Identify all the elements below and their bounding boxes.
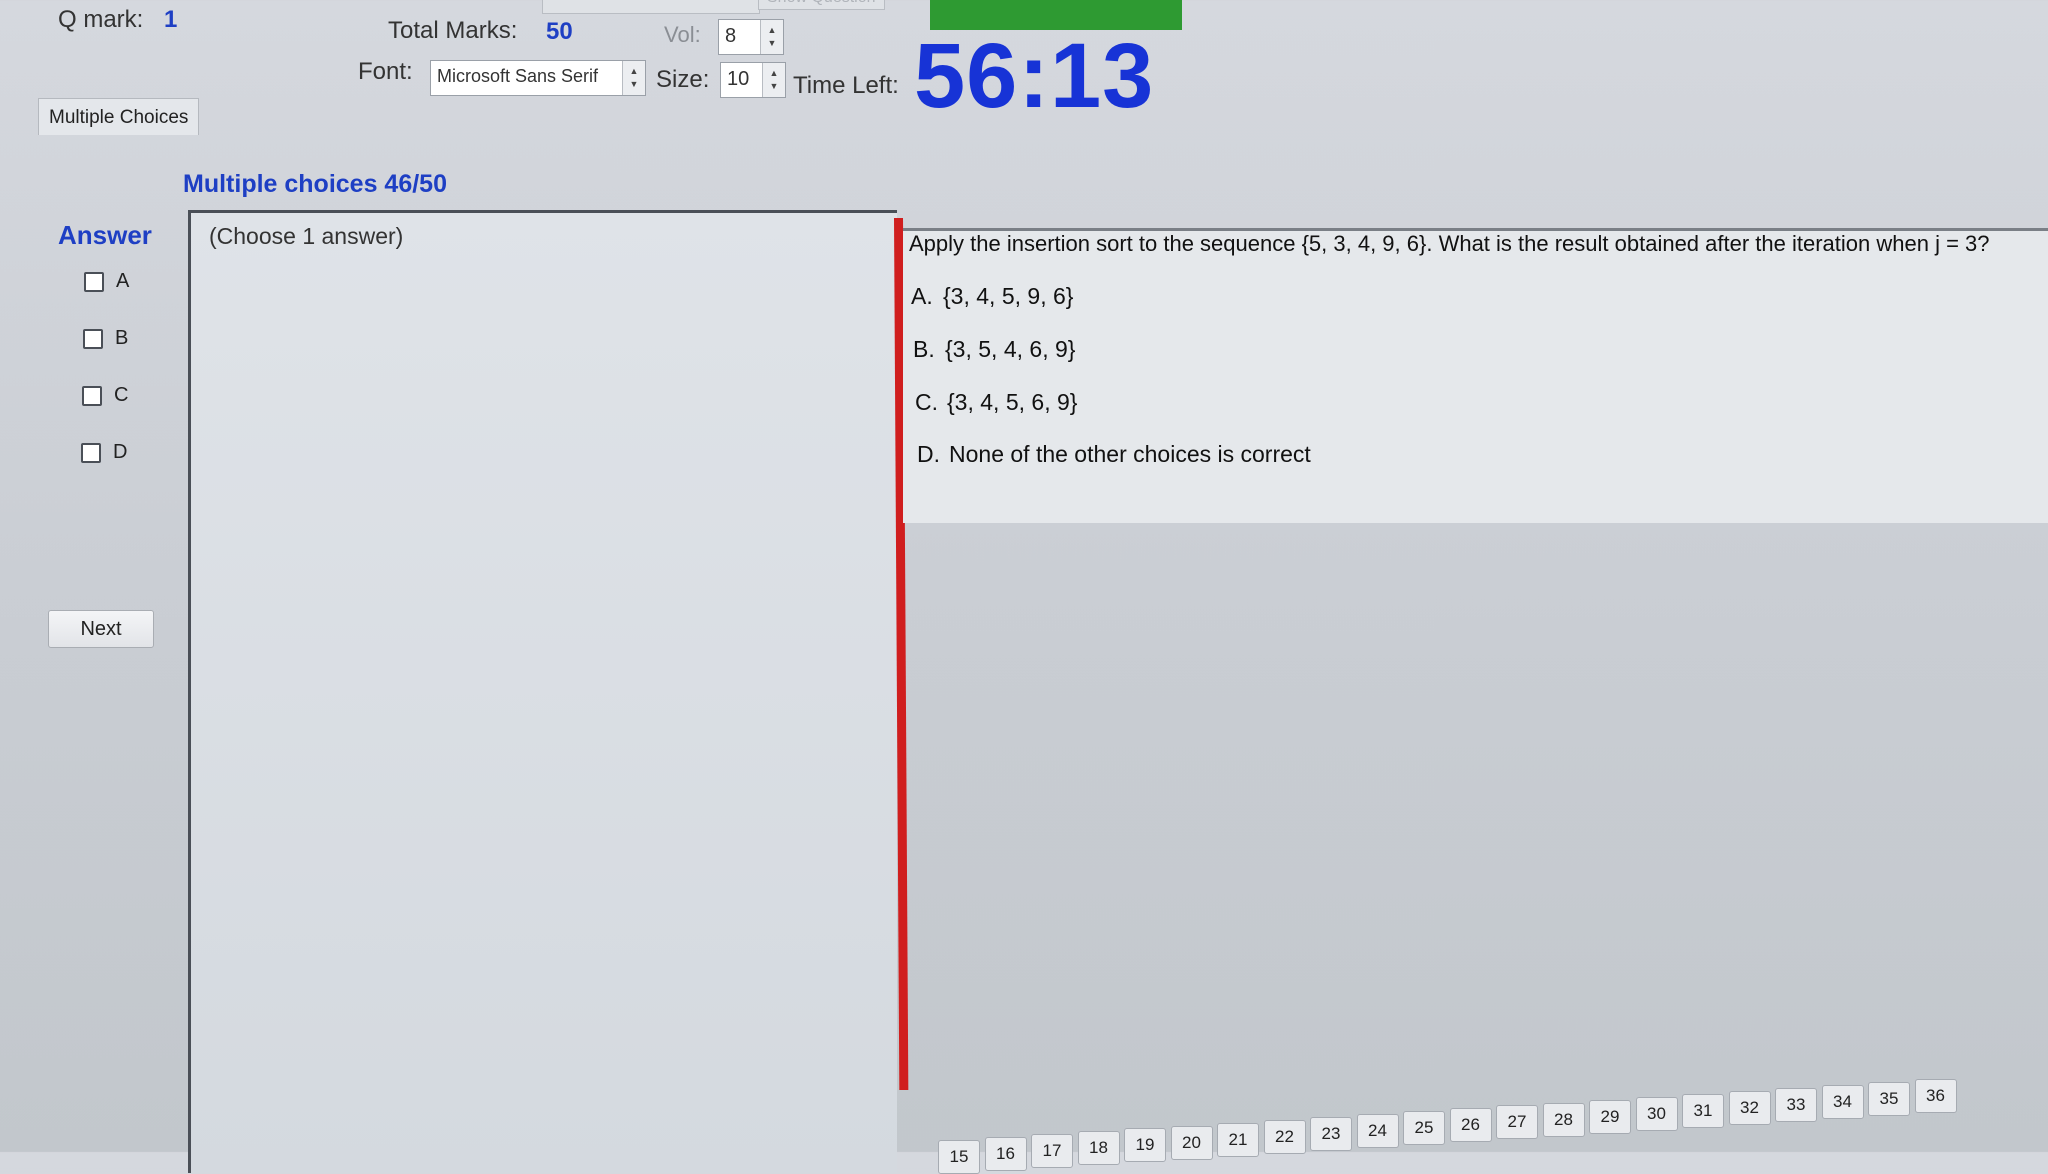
page-button-35[interactable]: 35: [1868, 1082, 1910, 1117]
size-value: 10: [727, 68, 750, 90]
answer-panel: (Choose 1 answer): [188, 210, 897, 1173]
q-mark-label: Q mark:: [58, 6, 144, 33]
page-button-23[interactable]: 23: [1310, 1116, 1352, 1151]
choice-text-d: None of the other choices is correct: [949, 441, 1311, 467]
choice-b: B. {3, 5, 4, 6, 9}: [913, 336, 1075, 363]
choice-letter-b: B.: [913, 336, 935, 362]
answer-option-c[interactable]: C: [82, 384, 128, 407]
page-button-27[interactable]: 27: [1496, 1105, 1538, 1140]
page-button-20[interactable]: 20: [1170, 1125, 1213, 1160]
choice-letter-c: C.: [915, 389, 938, 415]
checkbox-b[interactable]: [83, 328, 103, 349]
time-left-label: Time Left:: [793, 72, 899, 99]
checkbox-a[interactable]: [84, 271, 104, 292]
page-button-36[interactable]: 36: [1914, 1079, 1957, 1114]
total-marks-value: 50: [546, 18, 573, 45]
page-button-18[interactable]: 18: [1077, 1131, 1120, 1166]
show-question-button[interactable]: Show Question: [758, 0, 885, 10]
font-selector[interactable]: Microsoft Sans Serif ▲ ▼: [430, 60, 646, 96]
size-spinner[interactable]: 10 ▲ ▼: [720, 62, 786, 98]
answer-option-a[interactable]: A: [84, 270, 129, 293]
answer-option-b[interactable]: B: [83, 327, 128, 350]
page-button-30[interactable]: 30: [1635, 1096, 1678, 1131]
size-label: Size:: [656, 66, 710, 93]
choose-hint: (Choose 1 answer): [209, 223, 404, 249]
question-panel: Apply the insertion sort to the sequence…: [903, 228, 2048, 523]
answer-option-d[interactable]: D: [81, 441, 127, 464]
total-marks-label: Total Marks:: [388, 17, 518, 44]
page-button-22[interactable]: 22: [1263, 1119, 1306, 1154]
choice-letter-a: A.: [911, 283, 933, 309]
font-label: Font:: [358, 58, 413, 85]
choice-a: A. {3, 4, 5, 9, 6}: [911, 283, 1073, 310]
vol-label: Vol:: [664, 22, 701, 47]
page-button-24[interactable]: 24: [1356, 1114, 1399, 1149]
q-mark-value: 1: [164, 6, 178, 33]
page-button-29[interactable]: 29: [1589, 1099, 1631, 1134]
choice-d: D. None of the other choices is correct: [917, 441, 1311, 468]
option-label-b: B: [115, 327, 129, 349]
countdown-timer: 56:13: [914, 25, 1155, 127]
checkbox-d[interactable]: [81, 442, 101, 463]
next-button[interactable]: Next: [48, 610, 154, 648]
page-button-25[interactable]: 25: [1403, 1111, 1445, 1146]
blank-field: [542, 0, 760, 14]
tab-multiple-choices[interactable]: Multiple Choices: [38, 98, 200, 135]
question-text: Apply the insertion sort to the sequence…: [909, 231, 1990, 256]
page-button-17[interactable]: 17: [1031, 1134, 1073, 1169]
option-label-c: C: [114, 384, 129, 406]
spinner-arrows-icon[interactable]: ▲ ▼: [622, 61, 645, 95]
page-button-15[interactable]: 15: [938, 1140, 980, 1174]
font-value: Microsoft Sans Serif: [437, 66, 599, 86]
choice-text-b: {3, 5, 4, 6, 9}: [945, 336, 1076, 362]
page-button-19[interactable]: 19: [1124, 1128, 1166, 1163]
vol-value: 8: [725, 25, 737, 47]
page-button-31[interactable]: 31: [1682, 1093, 1724, 1128]
page-button-16[interactable]: 16: [984, 1137, 1027, 1172]
answer-title: Answer: [58, 220, 152, 250]
choice-c: C. {3, 4, 5, 6, 9}: [915, 389, 1077, 416]
checkbox-c[interactable]: [82, 385, 102, 406]
choice-text-c: {3, 4, 5, 6, 9}: [947, 389, 1078, 415]
spinner-arrows-icon[interactable]: ▲ ▼: [760, 20, 783, 54]
page-button-32[interactable]: 32: [1728, 1090, 1771, 1125]
choice-text-a: {3, 4, 5, 9, 6}: [943, 283, 1074, 309]
option-label-a: A: [116, 270, 130, 292]
section-title: Multiple choices 46/50: [183, 170, 447, 198]
page-button-26[interactable]: 26: [1449, 1108, 1492, 1143]
option-label-d: D: [113, 441, 128, 463]
vol-spinner[interactable]: 8 ▲ ▼: [718, 19, 784, 55]
choice-letter-d: D.: [917, 441, 940, 467]
page-button-28[interactable]: 28: [1542, 1102, 1585, 1137]
page-button-34[interactable]: 34: [1821, 1085, 1864, 1120]
spinner-arrows-icon[interactable]: ▲ ▼: [762, 63, 785, 97]
page-button-33[interactable]: 33: [1775, 1088, 1817, 1123]
